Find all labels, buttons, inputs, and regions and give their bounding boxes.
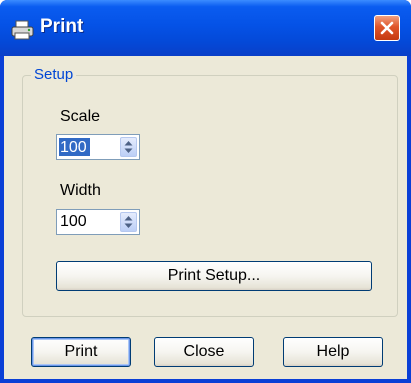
help-button[interactable]: Help bbox=[283, 337, 383, 367]
print-setup-button[interactable]: Print Setup... bbox=[56, 261, 372, 291]
scale-input[interactable]: 100 bbox=[60, 139, 87, 157]
print-button[interactable]: Print bbox=[31, 337, 131, 367]
width-label: Width bbox=[60, 182, 101, 199]
window-title: Print bbox=[40, 16, 84, 37]
spin-down-icon[interactable] bbox=[124, 148, 133, 154]
close-button[interactable] bbox=[374, 15, 400, 41]
printer-icon bbox=[10, 20, 36, 40]
close-dialog-button[interactable]: Close bbox=[154, 337, 254, 367]
setup-group-legend: Setup bbox=[31, 66, 77, 83]
scale-label: Scale bbox=[60, 108, 101, 125]
spin-up-icon[interactable] bbox=[124, 140, 133, 146]
width-spin-buttons[interactable] bbox=[120, 212, 137, 232]
title-bar[interactable]: Print bbox=[0, 0, 411, 56]
width-spinbox[interactable] bbox=[56, 209, 140, 235]
dialog-client-area: Setup Scale 100 Width Print Setup... Pri… bbox=[4, 56, 407, 379]
spin-down-icon[interactable] bbox=[124, 223, 133, 229]
width-input[interactable] bbox=[57, 210, 118, 234]
spin-up-icon[interactable] bbox=[124, 215, 133, 221]
scale-spin-buttons[interactable] bbox=[120, 137, 137, 157]
print-dialog: Print Setup Scale 100 Width Prin bbox=[0, 0, 411, 383]
close-icon bbox=[380, 21, 394, 35]
scale-spinbox[interactable]: 100 bbox=[56, 134, 140, 160]
